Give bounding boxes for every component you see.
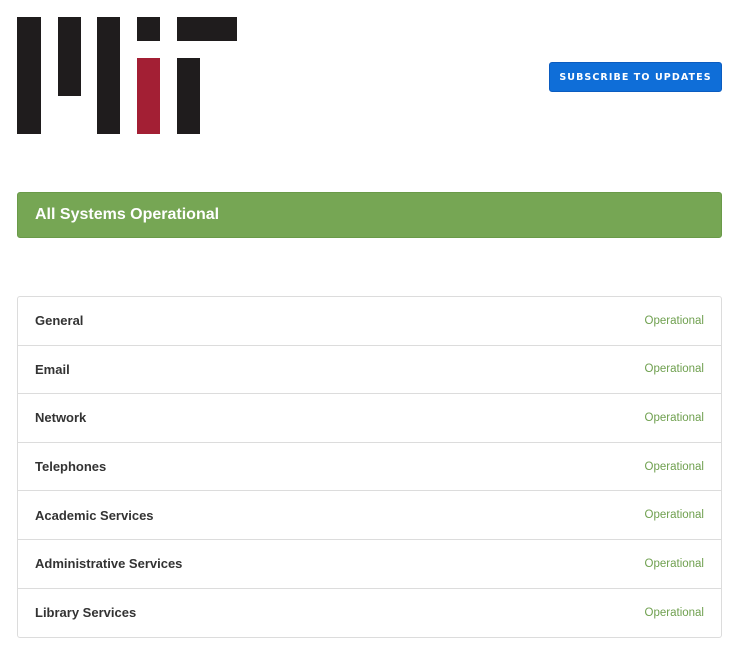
logo-bar-red [137, 58, 160, 134]
component-name: General [35, 313, 84, 329]
component-row-telephones: Telephones Operational [18, 443, 721, 492]
component-name: Library Services [35, 605, 137, 621]
component-name: Email [35, 361, 70, 377]
component-row-library-services: Library Services Operational [18, 589, 721, 638]
component-status: Operational [644, 557, 704, 570]
component-name: Academic Services [35, 507, 154, 523]
overall-status-banner: All Systems Operational [17, 192, 722, 238]
component-status: Operational [644, 606, 704, 619]
subscribe-button[interactable]: SUBSCRIBE TO UPDATES [549, 62, 722, 92]
component-name: Administrative Services [35, 556, 183, 572]
component-name: Network [35, 410, 87, 426]
component-status: Operational [644, 509, 704, 522]
component-row-administrative-services: Administrative Services Operational [18, 540, 721, 589]
component-row-email: Email Operational [18, 346, 721, 395]
mit-logo[interactable] [17, 17, 237, 135]
logo-bar [137, 17, 160, 41]
component-status: Operational [644, 363, 704, 376]
overall-status-text: All Systems Operational [35, 206, 220, 223]
component-row-network: Network Operational [18, 394, 721, 443]
logo-bar [177, 17, 237, 41]
components-list: General Operational Email Operational Ne… [17, 296, 722, 639]
logo-bar [177, 58, 200, 134]
logo-bar [97, 17, 120, 134]
logo-bar [58, 17, 81, 96]
component-row-academic-services: Academic Services Operational [18, 491, 721, 540]
component-name: Telephones [35, 459, 107, 475]
logo-bar [17, 17, 41, 134]
component-row-general: General Operational [18, 297, 721, 346]
component-status: Operational [644, 460, 704, 473]
component-status: Operational [644, 411, 704, 424]
component-status: Operational [644, 314, 704, 327]
